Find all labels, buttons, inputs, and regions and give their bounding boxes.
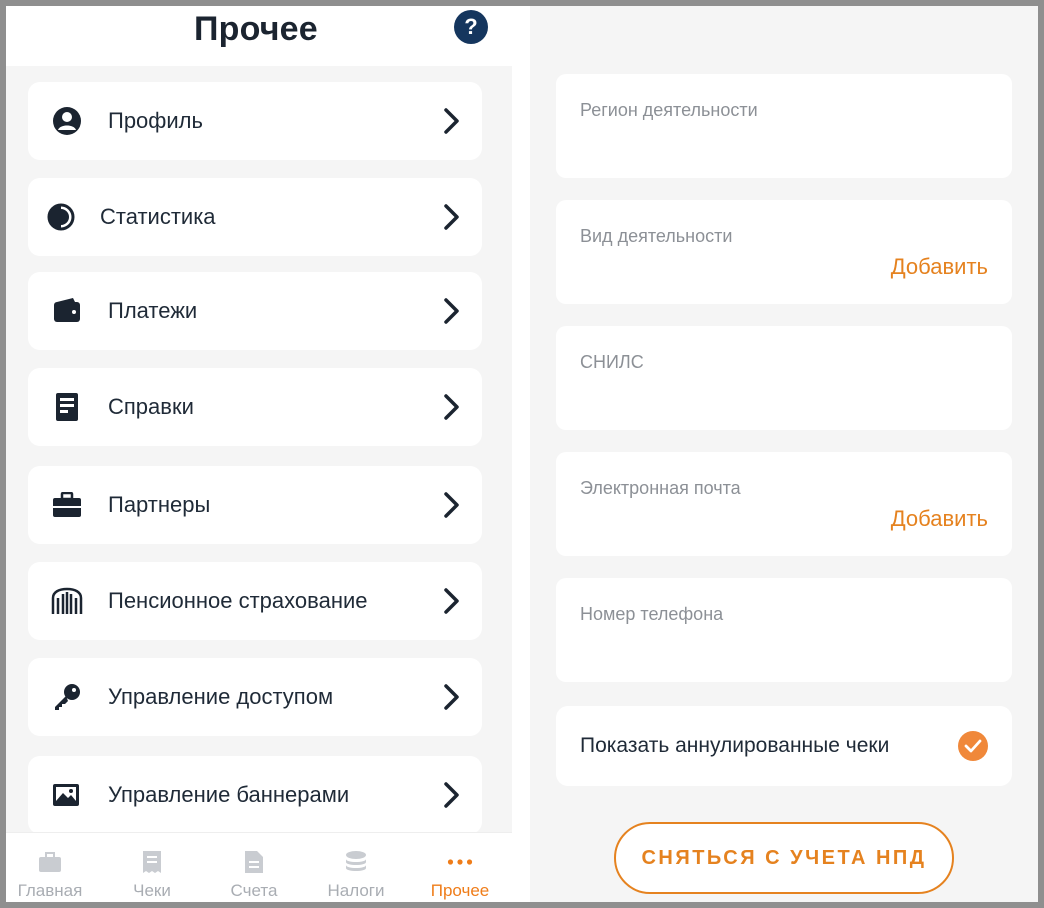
more-dots-icon	[447, 849, 473, 875]
menu-item-profile[interactable]: Профиль	[28, 82, 482, 160]
field-label: Номер телефона	[580, 604, 724, 624]
menu-item-statistics[interactable]: Статистика	[28, 178, 482, 256]
invoice-icon	[241, 849, 267, 875]
menu-item-banner-management[interactable]: Управление баннерами	[28, 756, 482, 834]
field-snils[interactable]: СНИЛС	[556, 326, 1012, 430]
field-label: Вид деятельности	[580, 226, 733, 246]
nav-tab-receipts[interactable]: Чеки	[102, 833, 202, 903]
coins-icon	[343, 849, 369, 875]
field-region[interactable]: Регион деятельности	[556, 74, 1012, 178]
field-phone[interactable]: Номер телефона	[556, 578, 1012, 682]
menu-item-label: Статистика	[100, 204, 216, 229]
field-label: СНИЛС	[580, 352, 644, 372]
menu-item-label: Пенсионное страхование	[108, 588, 368, 613]
home-icon	[37, 849, 63, 875]
nav-tab-home[interactable]: Главная	[0, 833, 100, 903]
menu-item-partners[interactable]: Партнеры	[28, 466, 482, 544]
briefcase-icon	[50, 488, 84, 522]
nav-tab-taxes[interactable]: Налоги	[306, 833, 406, 903]
nav-label: Чеки	[133, 881, 171, 900]
pie-chart-icon	[44, 200, 78, 234]
chevron-right-icon	[442, 490, 462, 520]
nav-tab-invoices[interactable]: Счета	[204, 833, 304, 903]
user-icon	[50, 104, 84, 138]
header: Прочее ?	[6, 6, 512, 66]
key-icon	[50, 680, 84, 714]
menu-item-label: Платежи	[108, 298, 198, 323]
menu-item-payments[interactable]: Платежи	[28, 272, 482, 350]
receipt-icon	[139, 849, 165, 875]
chevron-right-icon	[442, 106, 462, 136]
page-title: Прочее	[194, 10, 318, 48]
chevron-right-icon	[442, 296, 462, 326]
menu-item-label: Профиль	[108, 108, 203, 133]
help-button[interactable]: ?	[454, 10, 488, 44]
chevron-right-icon	[442, 392, 462, 422]
field-label: Электронная почта	[580, 478, 741, 498]
add-activity-link[interactable]: Добавить	[891, 254, 988, 280]
nav-label: Счета	[230, 881, 278, 900]
add-email-link[interactable]: Добавить	[891, 506, 988, 532]
field-activity-type[interactable]: Вид деятельности Добавить	[556, 200, 1012, 304]
chevron-right-icon	[442, 586, 462, 616]
wallet-icon	[50, 294, 84, 328]
show-cancelled-receipts-toggle[interactable]: Показать аннулированные чеки	[556, 706, 1012, 786]
menu-item-pension[interactable]: Пенсионное страхование	[28, 562, 482, 640]
checkmark-icon[interactable]	[958, 731, 988, 761]
chevron-right-icon	[442, 682, 462, 712]
nav-label: Прочее	[430, 881, 490, 900]
menu-item-label: Управление доступом	[108, 684, 334, 709]
menu-item-label: Справки	[108, 394, 194, 419]
chevron-right-icon	[442, 780, 462, 810]
document-icon	[50, 390, 84, 424]
nav-label: Главная	[17, 881, 83, 900]
nav-tab-other[interactable]: Прочее	[410, 833, 510, 903]
chevron-right-icon	[442, 202, 462, 232]
menu-item-label: Управление баннерами	[108, 782, 350, 807]
menu-item-access-management[interactable]: Управление доступом	[28, 658, 482, 736]
field-email[interactable]: Электронная почта Добавить	[556, 452, 1012, 556]
menu-item-certificates[interactable]: Справки	[28, 368, 482, 446]
menu-item-label: Партнеры	[108, 492, 211, 517]
profile-panel: Регион деятельности Вид деятельности Доб…	[530, 6, 1038, 902]
deregister-button[interactable]: СНЯТЬСЯ С УЧЕТА НПД	[614, 822, 954, 894]
nav-label: Налоги	[327, 881, 385, 900]
menu-panel: Прочее ? Профиль Статистика Платежи Спра…	[6, 6, 512, 902]
image-icon	[50, 778, 84, 812]
toggle-label: Показать аннулированные чеки	[580, 734, 890, 757]
field-label: Регион деятельности	[580, 100, 758, 120]
pension-fund-icon	[50, 584, 84, 618]
bottom-navigation: Главная Чеки Счета Налоги Прочее	[6, 832, 512, 902]
